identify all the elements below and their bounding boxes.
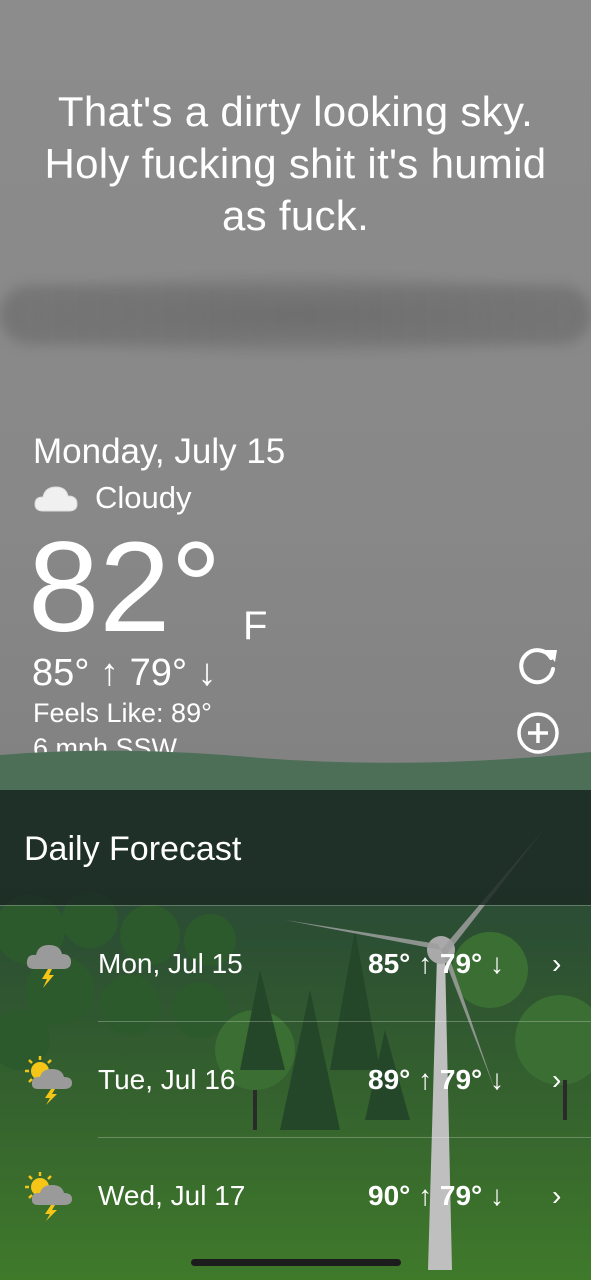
partly-sunny-thunderstorm-icon xyxy=(25,1056,72,1105)
forecast-row-mon[interactable]: Mon, Jul 15 85° ↑ 79° ↓ › xyxy=(0,906,591,1022)
chevron-right-icon: › xyxy=(552,1064,562,1095)
cloud-icon xyxy=(34,486,78,512)
thunderstorm-icon xyxy=(26,945,71,988)
sky-cloud-band-inner xyxy=(0,285,591,345)
chevron-right-icon: › xyxy=(552,948,562,979)
temperature-unit: F xyxy=(243,604,268,648)
forecast-high-low: 85° ↑ 79° ↓ xyxy=(368,948,505,979)
refresh-icon[interactable] xyxy=(515,642,561,688)
current-date: Monday, July 15 xyxy=(33,432,286,471)
condition-label: Cloudy xyxy=(95,480,192,515)
forecast-row-tue[interactable]: Tue, Jul 16 89° ↑ 79° ↓ › xyxy=(0,1022,591,1138)
forecast-title: Daily Forecast xyxy=(24,830,242,868)
partly-sunny-thunderstorm-icon xyxy=(25,1172,72,1221)
forecast-day: Tue, Jul 16 xyxy=(98,1064,236,1095)
forecast-day: Wed, Jul 17 xyxy=(98,1180,246,1211)
high-low: 85° ↑ 79° ↓ xyxy=(32,652,217,694)
feels-like: Feels Like: 89° xyxy=(33,698,212,728)
forecast-day: Mon, Jul 15 xyxy=(98,948,243,979)
chevron-right-icon: › xyxy=(552,1180,562,1211)
forecast-high-low: 90° ↑ 79° ↓ xyxy=(368,1180,505,1211)
weather-quote: That's a dirty looking sky. Holy fucking… xyxy=(44,88,547,239)
current-condition: Cloudy xyxy=(33,480,192,516)
current-temperature: 82° xyxy=(28,516,222,659)
forecast-row-wed[interactable]: Wed, Jul 17 90° ↑ 79° ↓ › xyxy=(0,1138,591,1254)
home-indicator[interactable] xyxy=(191,1259,401,1266)
forecast-high-low: 89° ↑ 79° ↓ xyxy=(368,1064,505,1095)
